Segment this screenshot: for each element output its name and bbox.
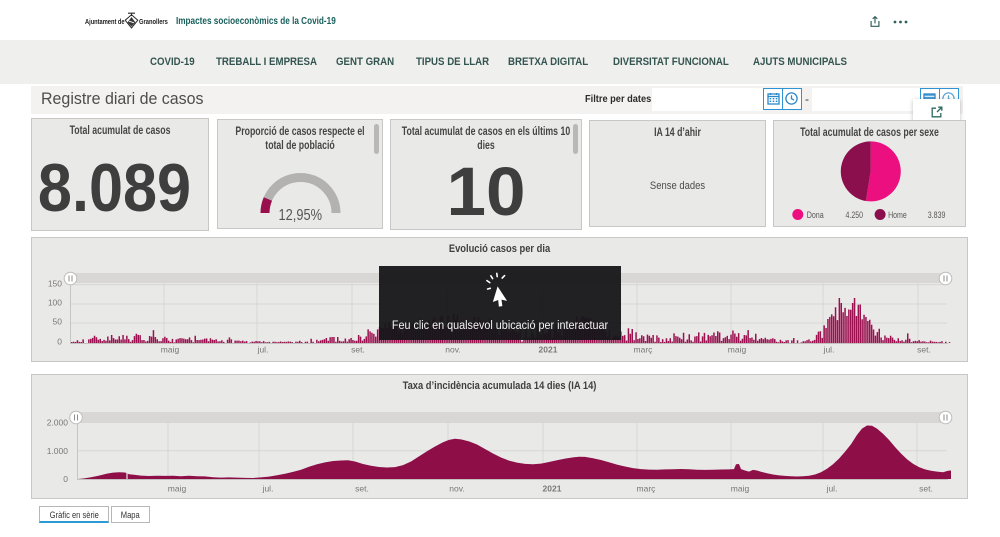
svg-text:50: 50 <box>53 317 63 327</box>
svg-text:set.: set. <box>355 484 369 494</box>
svg-text:set.: set. <box>919 484 933 494</box>
svg-text:maig: maig <box>168 484 187 494</box>
svg-text:Dona: Dona <box>807 210 824 220</box>
svg-text:150: 150 <box>48 278 62 288</box>
svg-text:jul.: jul. <box>257 345 269 355</box>
svg-text:maig: maig <box>728 345 747 355</box>
svg-text:12,95%: 12,95% <box>279 207 323 224</box>
svg-text:100: 100 <box>48 298 62 308</box>
svg-text:nov.: nov. <box>445 345 460 355</box>
svg-text:nov.: nov. <box>449 484 464 494</box>
svg-text:maig: maig <box>161 345 180 355</box>
svg-text:Home: Home <box>888 210 907 220</box>
svg-text:1.000: 1.000 <box>47 446 69 456</box>
svg-text:2.000: 2.000 <box>47 418 69 428</box>
svg-text:2021: 2021 <box>539 345 558 355</box>
svg-text:maig: maig <box>731 484 750 494</box>
svg-text:jul.: jul. <box>826 484 838 494</box>
svg-text:0: 0 <box>57 337 62 347</box>
svg-text:jul.: jul. <box>823 345 835 355</box>
svg-text:set.: set. <box>917 345 931 355</box>
svg-text:2021: 2021 <box>543 484 562 494</box>
svg-text:3.839: 3.839 <box>928 210 946 220</box>
svg-text:jul.: jul. <box>262 484 274 494</box>
svg-text:març: març <box>637 484 657 494</box>
svg-text:set.: set. <box>351 345 365 355</box>
svg-text:4.250: 4.250 <box>846 210 864 220</box>
svg-text:març: març <box>634 345 654 355</box>
svg-text:0: 0 <box>63 474 68 484</box>
